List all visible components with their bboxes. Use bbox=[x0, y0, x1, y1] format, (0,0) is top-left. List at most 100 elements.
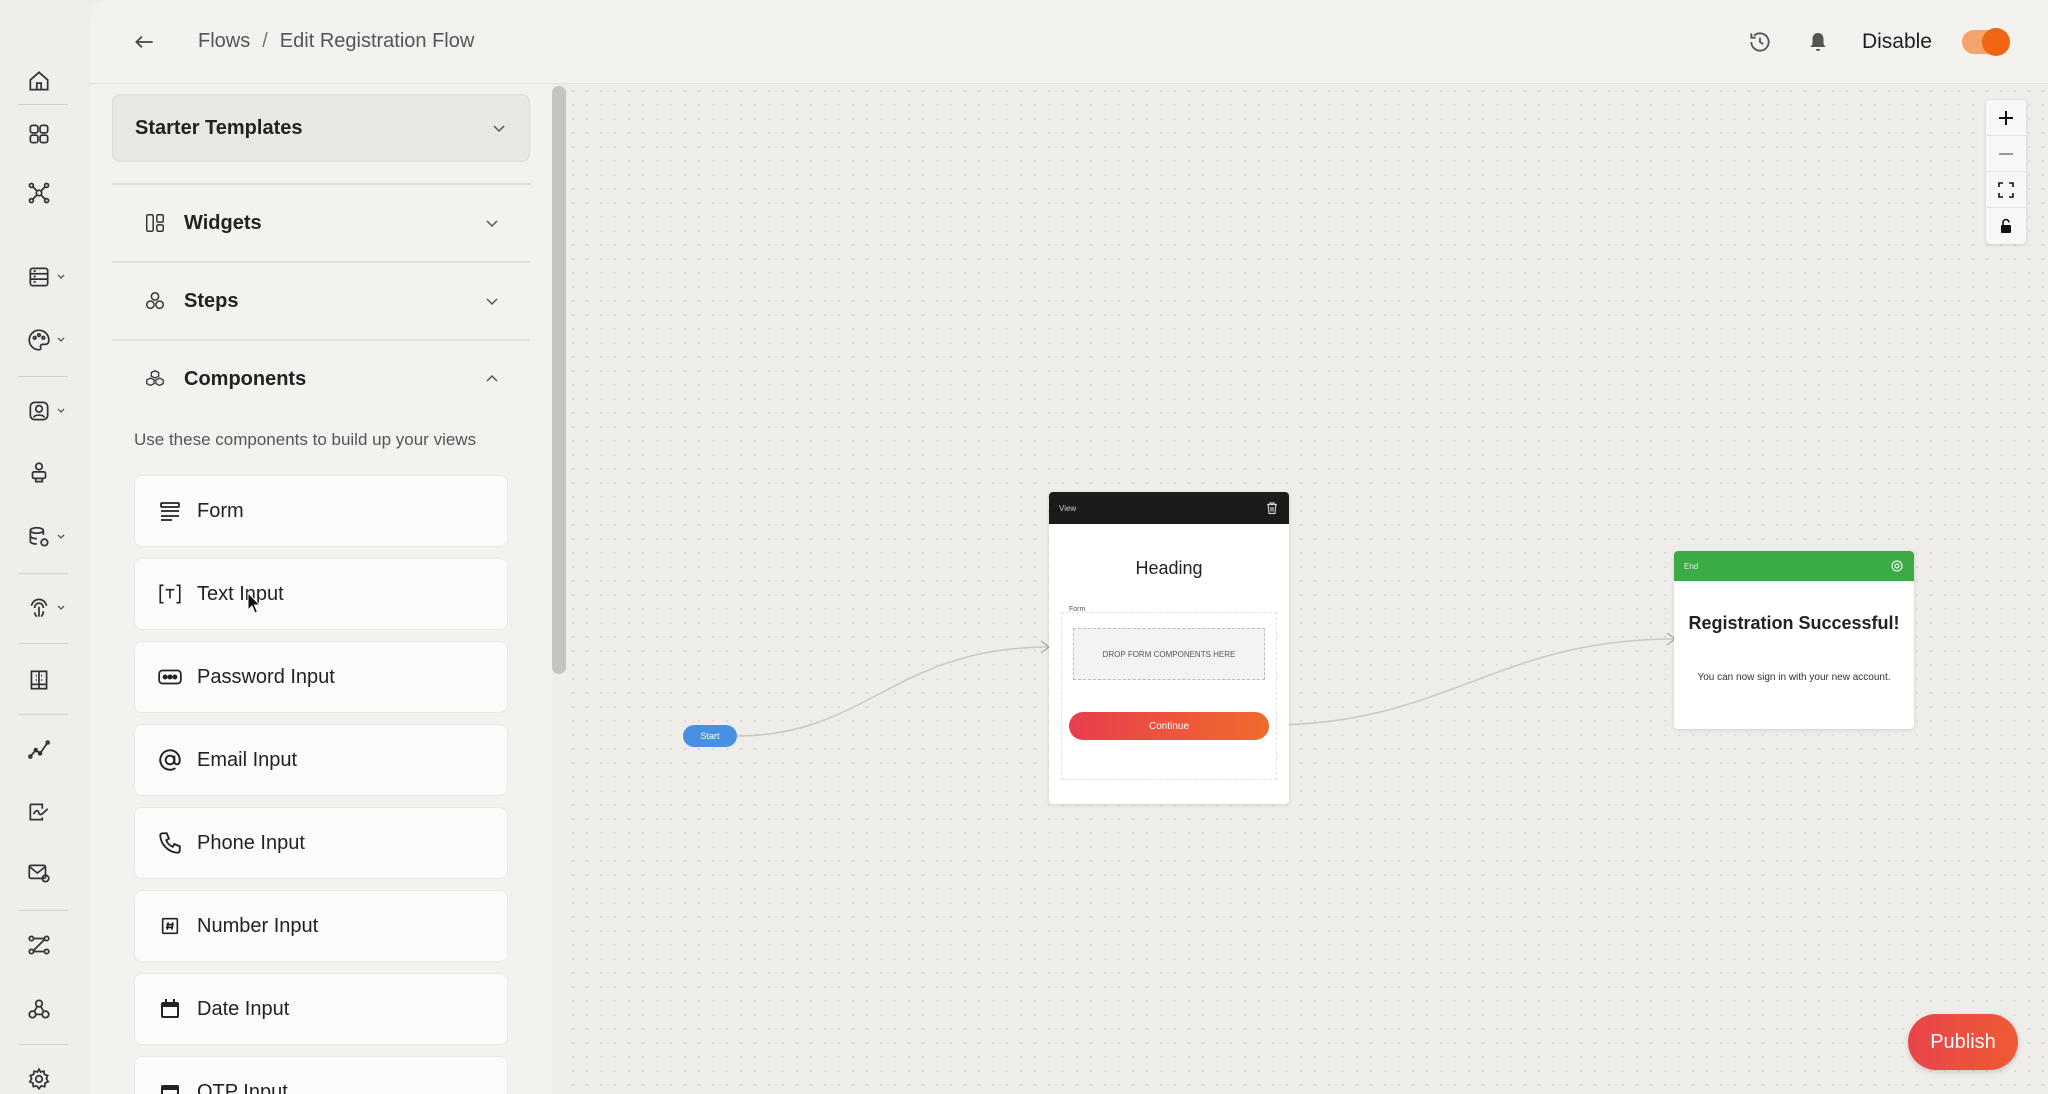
user-badge-icon[interactable] bbox=[26, 396, 74, 426]
publish-button[interactable]: Publish bbox=[1908, 1014, 2018, 1070]
component-text-input[interactable]: Text Input bbox=[134, 558, 508, 630]
view-node-header: View bbox=[1049, 492, 1289, 524]
component-label: Form bbox=[197, 499, 244, 522]
component-label: Date Input bbox=[197, 997, 290, 1020]
mail-settings-icon[interactable] bbox=[26, 858, 74, 888]
start-node[interactable]: Start bbox=[683, 725, 737, 747]
form-icon bbox=[157, 498, 183, 524]
chevron-down-icon bbox=[486, 220, 498, 228]
back-arrow-icon[interactable] bbox=[128, 26, 160, 58]
end-title[interactable]: Registration Successful! bbox=[1674, 613, 1914, 634]
component-label: Number Input bbox=[197, 914, 319, 937]
rail-divider bbox=[18, 1044, 68, 1045]
component-otp-input[interactable]: OTP Input bbox=[134, 1056, 508, 1094]
settings-gear-icon[interactable] bbox=[26, 1064, 74, 1094]
at-icon bbox=[157, 747, 183, 773]
widgets-label: Widgets bbox=[184, 211, 262, 234]
steps-section-header[interactable]: Steps bbox=[112, 261, 530, 339]
view-node-type: View bbox=[1059, 503, 1077, 513]
home-icon[interactable] bbox=[26, 66, 74, 96]
components-icon bbox=[144, 366, 170, 392]
component-phone-input[interactable]: Phone Input bbox=[134, 807, 508, 879]
rail-divider bbox=[18, 104, 68, 105]
analytics-line-icon[interactable] bbox=[26, 734, 74, 764]
form-label: Form bbox=[1069, 606, 1086, 613]
end-message[interactable]: You can now sign in with your new accoun… bbox=[1674, 672, 1914, 683]
data-settings-icon[interactable] bbox=[26, 522, 74, 552]
rail-divider bbox=[18, 910, 68, 911]
end-node-header: End bbox=[1674, 551, 1914, 581]
disable-toggle[interactable] bbox=[1962, 28, 2010, 56]
rail-divider bbox=[18, 573, 68, 574]
view-heading[interactable]: Heading bbox=[1049, 558, 1289, 579]
zoom-controls bbox=[1986, 100, 2026, 244]
steps-icon bbox=[144, 288, 170, 314]
steps-label: Steps bbox=[184, 289, 239, 312]
building-icon[interactable] bbox=[26, 665, 74, 695]
network-icon[interactable] bbox=[26, 178, 74, 208]
breadcrumb-flows-link[interactable]: Flows bbox=[198, 30, 250, 53]
webhook-icon[interactable] bbox=[26, 994, 74, 1024]
calendar-icon bbox=[157, 996, 183, 1022]
builder-side-panel: Starter Templates Widgets Steps Componen… bbox=[90, 84, 566, 1094]
chevron-down-icon bbox=[486, 298, 498, 306]
apps-grid-icon[interactable] bbox=[26, 119, 74, 149]
drop-zone[interactable]: DROP FORM COMPONENTS HERE bbox=[1073, 628, 1265, 680]
fingerprint-icon[interactable] bbox=[26, 593, 74, 623]
rail-divider bbox=[18, 643, 68, 644]
component-number-input[interactable]: Number Input bbox=[134, 890, 508, 962]
widgets-icon bbox=[144, 210, 170, 236]
phone-icon bbox=[157, 830, 183, 856]
breadcrumb-current: Edit Registration Flow bbox=[279, 30, 475, 52]
chevron-down-icon bbox=[493, 125, 505, 133]
zoom-out-icon[interactable] bbox=[1986, 136, 2026, 172]
components-description: Use these components to build up your vi… bbox=[134, 430, 477, 449]
component-label: OTP Input bbox=[197, 1080, 288, 1094]
breadcrumb-separator: / bbox=[262, 30, 268, 52]
starter-templates-label: Starter Templates bbox=[135, 116, 303, 139]
password-icon bbox=[157, 664, 183, 690]
rail-divider bbox=[18, 714, 68, 715]
component-date-input[interactable]: Date Input bbox=[134, 973, 508, 1045]
header-actions: Disable bbox=[1746, 24, 2010, 60]
icon-rail bbox=[0, 0, 90, 1094]
top-bar: Flows / Edit Registration Flow Disable bbox=[90, 0, 2048, 84]
fit-view-icon[interactable] bbox=[1986, 172, 2026, 208]
flow-canvas[interactable]: Start View Heading Form DROP FORM COMPON… bbox=[566, 84, 2048, 1094]
components-label: Components bbox=[184, 367, 307, 390]
rail-divider bbox=[18, 376, 68, 377]
end-node[interactable]: End Registration Successful! You can now… bbox=[1674, 551, 1914, 729]
disable-label: Disable bbox=[1861, 30, 1932, 53]
components-section-header[interactable]: Components bbox=[112, 339, 530, 417]
database-list-icon[interactable] bbox=[26, 262, 74, 292]
component-label: Phone Input bbox=[197, 831, 305, 854]
settings-gear-icon[interactable] bbox=[1890, 559, 1904, 573]
component-form[interactable]: Form bbox=[134, 475, 508, 547]
flows-icon[interactable] bbox=[26, 930, 74, 960]
component-password-input[interactable]: Password Input bbox=[134, 641, 508, 713]
trash-icon[interactable] bbox=[1265, 501, 1279, 515]
view-node[interactable]: View Heading Form DROP FORM COMPONENTS H… bbox=[1049, 492, 1289, 804]
lock-icon[interactable] bbox=[1986, 208, 2026, 244]
mouse-cursor-icon bbox=[247, 592, 262, 614]
edge-view-to-end bbox=[1268, 638, 1675, 726]
history-icon[interactable] bbox=[1746, 28, 1774, 56]
component-email-input[interactable]: Email Input bbox=[134, 724, 508, 796]
end-node-type: End bbox=[1684, 561, 1699, 571]
palette-icon[interactable] bbox=[26, 325, 74, 355]
component-label: Email Input bbox=[197, 748, 298, 771]
chevron-up-icon bbox=[486, 374, 498, 382]
panel-scrollbar-thumb[interactable] bbox=[552, 86, 566, 674]
breadcrumb: Flows / Edit Registration Flow bbox=[198, 30, 474, 53]
otp-icon bbox=[157, 1079, 183, 1094]
starter-templates-dropdown[interactable]: Starter Templates bbox=[112, 94, 530, 162]
signature-icon[interactable] bbox=[26, 797, 74, 827]
user-stand-icon[interactable] bbox=[26, 458, 74, 488]
component-label: Text Input bbox=[197, 582, 284, 605]
zoom-in-icon[interactable] bbox=[1986, 100, 2026, 136]
text-input-icon bbox=[157, 581, 183, 607]
notification-bell-icon[interactable] bbox=[1804, 28, 1832, 56]
widgets-section-header[interactable]: Widgets bbox=[112, 183, 530, 261]
hash-icon bbox=[157, 913, 183, 939]
continue-button[interactable]: Continue bbox=[1069, 712, 1269, 740]
